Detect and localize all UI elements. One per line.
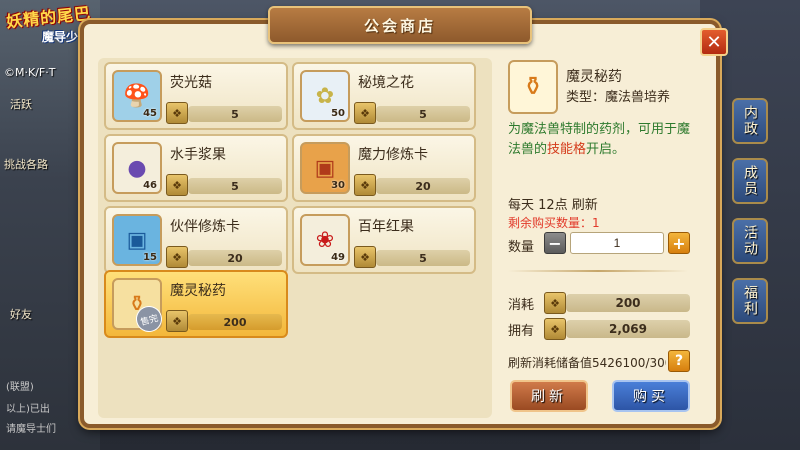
item-price: 5 (188, 178, 282, 194)
right-tab-label: 福利 (742, 285, 758, 317)
right-tab-internal[interactable]: 内政 (732, 98, 768, 144)
refresh-button[interactable]: 刷新 (510, 380, 588, 412)
desc-highlight: 技能格 (547, 142, 587, 157)
desc-text-end: 开启。 (586, 142, 626, 157)
guild-coin-icon: ❖ (354, 174, 376, 196)
chat-line: 以上)已出 (6, 404, 50, 415)
red-fruit-icon: ❀ 49 (300, 214, 350, 266)
right-tab-label: 内政 (742, 105, 758, 137)
item-stock: 50 (331, 108, 345, 119)
side-label-friends[interactable]: 好友 (10, 306, 32, 322)
refresh-schedule: 每天 12点 刷新 (508, 198, 598, 213)
remaining-purchases: 剩余购买数量：1 (508, 216, 600, 230)
item-name: 水手浆果 (170, 147, 226, 163)
right-tab-events[interactable]: 活动 (732, 218, 768, 264)
cost-label: 消耗 (508, 298, 535, 313)
chat-line: (联盟) (6, 382, 34, 393)
copyright-text: ©M·K/F·T (4, 66, 56, 79)
guild-coin-icon: ❖ (166, 310, 188, 332)
detail-item-type: 类型：魔法兽培养 (566, 90, 671, 105)
item-name: 魔灵秘药 (170, 283, 226, 299)
item-stock: 49 (331, 252, 345, 263)
guild-coin-icon: ❖ (354, 102, 376, 124)
shop-item-sailor-berry[interactable]: ● 46 水手浆果 ❖ 5 (104, 134, 288, 202)
right-tab-welfare[interactable]: 福利 (732, 278, 768, 324)
item-name: 百年红果 (358, 219, 414, 235)
chat-line: 请魔导士们 (6, 424, 56, 435)
quantity-decrease-button[interactable]: − (544, 232, 566, 254)
guild-coin-icon: ❖ (166, 174, 188, 196)
quantity-input[interactable] (570, 232, 664, 254)
item-price: 5 (188, 106, 282, 122)
shop-title: 公会商店 (363, 16, 436, 35)
shop-item-red-fruit[interactable]: ❀ 49 百年红果 ❖ 5 (292, 206, 476, 274)
detail-potion-icon: ⚱ (508, 60, 558, 114)
right-tab-label: 成员 (742, 165, 758, 197)
refresh-cost-text: 刷新消耗储备值5426100/300 (508, 356, 666, 370)
item-price: 5 (376, 106, 470, 122)
shop-item-glow-mushroom[interactable]: 🍄 45 荧光菇 ❖ 5 (104, 62, 288, 130)
guild-coin-icon: ❖ (354, 246, 376, 268)
mushroom-icon: 🍄 45 (112, 70, 162, 122)
item-price: 20 (188, 250, 282, 266)
close-button[interactable]: ✕ (700, 28, 728, 56)
berry-icon: ● 46 (112, 142, 162, 194)
shop-item-secret-flower[interactable]: ✿ 50 秘境之花 ❖ 5 (292, 62, 476, 130)
detail-description: 为魔法兽特制的药剂，可用于魔法兽的技能格开启。 (508, 120, 694, 160)
cost-value: 200 (566, 294, 690, 312)
item-stock: 46 (143, 180, 157, 191)
item-name: 魔力修炼卡 (358, 147, 428, 163)
help-button[interactable]: ? (668, 350, 690, 372)
quantity-label: 数量 (508, 240, 535, 255)
item-price: 200 (188, 314, 282, 330)
magic-card-icon: ▣ 30 (300, 142, 350, 194)
guild-coin-icon: ❖ (544, 292, 566, 314)
item-stock: 30 (331, 180, 345, 191)
item-name: 伙伴修炼卡 (170, 219, 240, 235)
guild-coin-icon: ❖ (166, 102, 188, 124)
shop-title-bar: 公会商店 (268, 6, 532, 44)
side-label-challenge[interactable]: 挑战各路 (4, 156, 48, 172)
side-label-active[interactable]: 活跃 (10, 96, 32, 112)
item-stock: 45 (143, 108, 157, 119)
item-name: 秘境之花 (358, 75, 414, 91)
owned-label: 拥有 (508, 324, 535, 339)
item-name: 荧光菇 (170, 75, 212, 91)
partner-card-icon: ▣ 15 (112, 214, 162, 266)
buy-button[interactable]: 购买 (612, 380, 690, 412)
guild-coin-icon: ❖ (544, 318, 566, 340)
shop-item-magic-card[interactable]: ▣ 30 魔力修炼卡 ❖ 20 (292, 134, 476, 202)
right-tab-label: 活动 (742, 225, 758, 257)
divider (508, 270, 688, 272)
quantity-increase-button[interactable]: + (668, 232, 690, 254)
owned-value: 2,069 (566, 320, 690, 338)
shop-item-spirit-potion[interactable]: ⚱ 售完 魔灵秘药 ❖ 200 (104, 270, 288, 338)
item-stock: 15 (143, 252, 157, 263)
detail-item-name: 魔灵秘药 (566, 69, 622, 85)
guild-coin-icon: ❖ (166, 246, 188, 268)
item-price: 5 (376, 250, 470, 266)
flower-icon: ✿ 50 (300, 70, 350, 122)
item-price: 20 (376, 178, 470, 194)
right-tab-members[interactable]: 成员 (732, 158, 768, 204)
shop-item-partner-card[interactable]: ▣ 15 伙伴修炼卡 ❖ 20 (104, 206, 288, 274)
